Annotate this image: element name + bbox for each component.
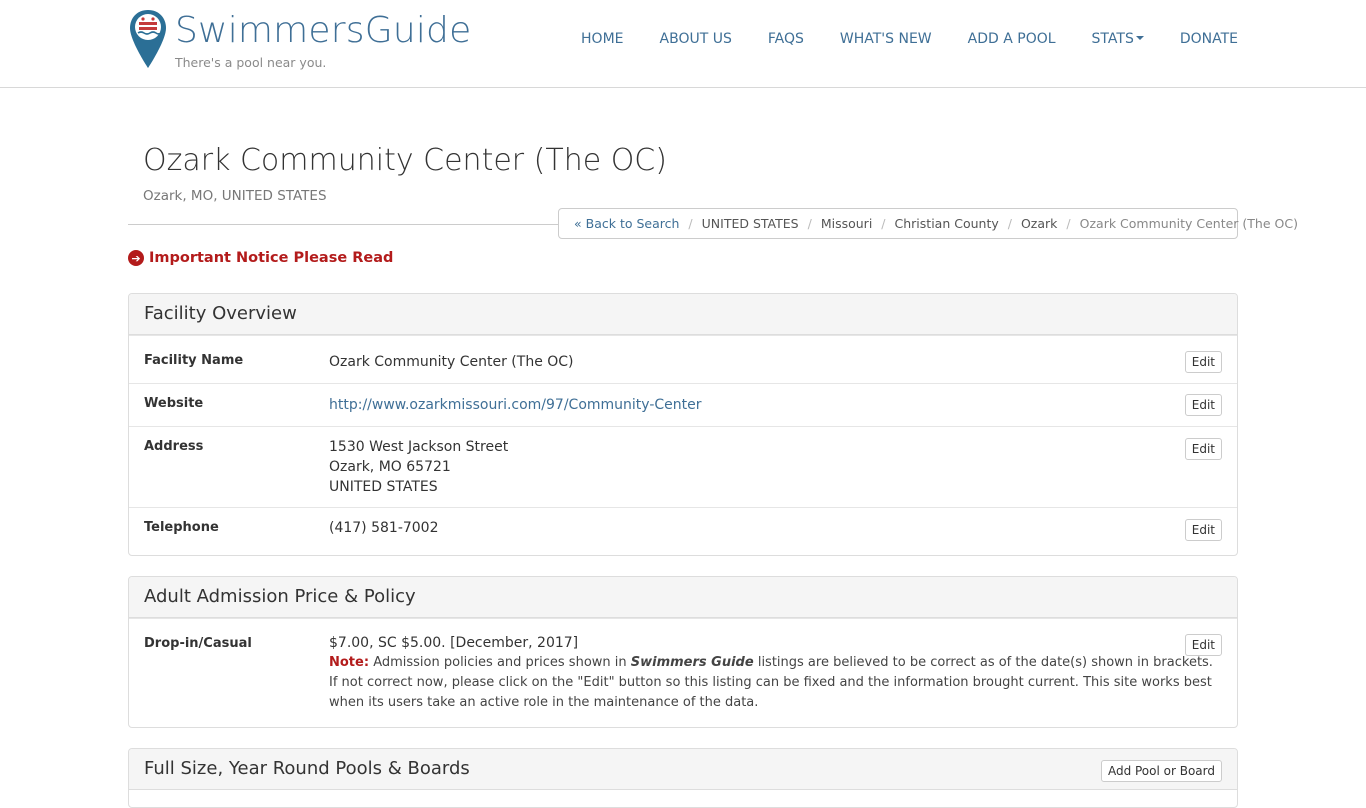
- table-row: Facility Name Ozark Community Center (Th…: [129, 335, 1237, 383]
- important-notice-link[interactable]: ➔ Important Notice Please Read: [128, 250, 393, 266]
- breadcrumb: « Back to Search / UNITED STATES / Misso…: [558, 208, 1298, 239]
- arrow-circle-right-icon: ➔: [128, 250, 144, 266]
- address-line: 1530 West Jackson Street: [329, 439, 509, 455]
- table-row: Address 1530 West Jackson Street Ozark, …: [129, 426, 1237, 507]
- note-brand: Swimmers Guide: [630, 655, 754, 670]
- facility-name-value: Ozark Community Center (The OC): [329, 354, 574, 370]
- breadcrumb-country[interactable]: UNITED STATES: [702, 216, 799, 231]
- nav-donate[interactable]: DONATE: [1180, 29, 1238, 49]
- location-pin-logo-icon: [130, 10, 166, 68]
- nav-whats-new[interactable]: WHAT'S NEW: [840, 29, 932, 49]
- row-label: Website: [144, 396, 204, 411]
- admission-note: Note: Admission policies and prices show…: [329, 653, 1219, 713]
- address-value: 1530 West Jackson Street Ozark, MO 65721…: [329, 437, 508, 497]
- telephone-value: (417) 581-7002: [329, 520, 439, 536]
- website-link[interactable]: http://www.ozarkmissouri.com/97/Communit…: [329, 397, 702, 413]
- edit-admission-button[interactable]: Edit: [1184, 634, 1222, 656]
- edit-facility-name-button[interactable]: Edit: [1184, 351, 1222, 373]
- breadcrumb-separator: /: [688, 216, 693, 231]
- breadcrumb-separator: /: [1066, 216, 1071, 231]
- breadcrumb-separator: /: [1007, 216, 1012, 231]
- site-header: SwimmersGuide There's a pool near you. H…: [0, 0, 1366, 88]
- page-title: Ozark Community Center (The OC): [143, 143, 667, 178]
- address-line: UNITED STATES: [329, 479, 438, 495]
- pools-panel: Full Size, Year Round Pools & Boards Add…: [128, 748, 1238, 808]
- breadcrumb-city[interactable]: Ozark: [1021, 216, 1057, 231]
- row-label: Address: [144, 439, 204, 454]
- facility-overview-panel: Facility Overview Facility Name Ozark Co…: [128, 293, 1238, 556]
- admission-panel: Adult Admission Price & Policy Drop-in/C…: [128, 576, 1238, 728]
- nav-add-a-pool[interactable]: ADD A POOL: [968, 29, 1056, 49]
- nav-stats-dropdown[interactable]: STATS: [1092, 29, 1144, 49]
- breadcrumb-current: Ozark Community Center (The OC): [1079, 216, 1298, 231]
- nav-home[interactable]: HOME: [581, 29, 623, 49]
- brand-tagline: There's a pool near you.: [175, 55, 327, 70]
- address-line: Ozark, MO 65721: [329, 459, 451, 475]
- note-text: Admission policies and prices shown in: [373, 655, 627, 670]
- nav-about-us[interactable]: ABOUT US: [660, 29, 732, 49]
- breadcrumb-county[interactable]: Christian County: [895, 216, 999, 231]
- row-label: Facility Name: [144, 353, 244, 368]
- title-divider: [128, 224, 560, 225]
- price-text: $7.00, SC $5.00. [December, 2017]: [329, 635, 579, 651]
- nav-faqs[interactable]: FAQS: [768, 29, 804, 49]
- edit-telephone-button[interactable]: Edit: [1184, 519, 1222, 541]
- breadcrumb-state[interactable]: Missouri: [821, 216, 872, 231]
- edit-website-button[interactable]: Edit: [1184, 394, 1222, 416]
- page-subtitle: Ozark, MO, UNITED STATES: [143, 188, 327, 204]
- nav-stats-label: STATS: [1091, 31, 1134, 47]
- row-label: Telephone: [144, 520, 219, 535]
- panel-heading: Full Size, Year Round Pools & Boards Add…: [129, 749, 1237, 790]
- row-label: Drop-in/Casual: [144, 636, 252, 651]
- main-nav: HOME ABOUT US FAQS WHAT'S NEW ADD A POOL…: [545, 29, 1238, 49]
- caret-down-icon: [1135, 36, 1144, 40]
- table-row: Drop-in/Casual $7.00, SC $5.00. [Decembe…: [129, 618, 1237, 727]
- panel-heading: Facility Overview: [129, 294, 1237, 335]
- edit-address-button[interactable]: Edit: [1184, 438, 1222, 460]
- brand-name: SwimmersGuide: [175, 10, 472, 51]
- panel-heading: Adult Admission Price & Policy: [129, 577, 1237, 618]
- back-to-search-link[interactable]: « Back to Search: [574, 216, 679, 231]
- brand[interactable]: SwimmersGuide There's a pool near you.: [128, 8, 471, 70]
- breadcrumb-separator: /: [881, 216, 886, 231]
- add-pool-or-board-button[interactable]: Add Pool or Board: [1100, 760, 1222, 782]
- note-label: Note:: [329, 655, 370, 670]
- admission-value: $7.00, SC $5.00. [December, 2017] Note: …: [329, 633, 1219, 713]
- breadcrumb-separator: /: [807, 216, 812, 231]
- table-row: Website http://www.ozarkmissouri.com/97/…: [129, 383, 1237, 426]
- pools-heading: Full Size, Year Round Pools & Boards: [144, 758, 470, 779]
- table-row: Telephone (417) 581-7002 Edit: [129, 507, 1237, 555]
- notice-text: Important Notice Please Read: [149, 250, 394, 266]
